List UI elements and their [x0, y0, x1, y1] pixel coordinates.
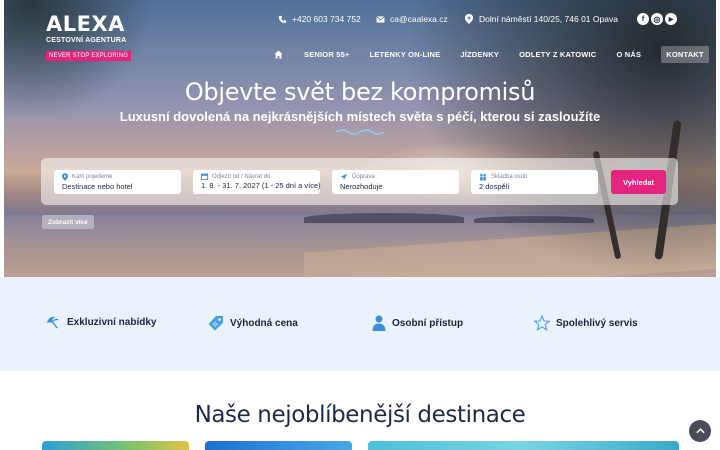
- destination-field[interactable]: Kam pojedeme Destinace nebo hotel: [54, 170, 181, 194]
- youtube-icon[interactable]: ▶: [665, 13, 677, 25]
- phone-number: +420 603 734 752: [292, 14, 361, 24]
- destination-label-row: Kam pojedeme: [62, 173, 175, 181]
- nav-item-kontakt[interactable]: KONTAKT: [661, 45, 709, 63]
- nav-item-o-nas[interactable]: O NÁS: [616, 50, 641, 59]
- destination-card[interactable]: [368, 441, 679, 450]
- people-label-row: Skladba osob: [479, 173, 592, 181]
- dates-label-row: Odjezd od / Návrat do: [201, 173, 314, 180]
- price-tag-icon: [208, 316, 223, 331]
- parasol-icon: [46, 316, 59, 329]
- scroll-to-top-button[interactable]: [689, 420, 711, 442]
- destination-card[interactable]: [42, 441, 189, 450]
- transport-field[interactable]: Doprava Nerozhoduje: [332, 170, 459, 194]
- contact-address[interactable]: Dolní náměstí 140/25, 746 01 Opava: [464, 14, 618, 24]
- nav-item-odlety[interactable]: ODLETY Z KATOWIC: [519, 50, 596, 59]
- logo-tagline: NEVER STOP EXPLORING: [46, 51, 132, 61]
- instagram-icon[interactable]: ◎: [651, 13, 663, 25]
- nav-item-letenky[interactable]: LETENKY ON-LINE: [370, 50, 441, 59]
- contact-email[interactable]: ca@caalexa.cz: [375, 14, 448, 24]
- search-panel: Kam pojedeme Destinace nebo hotel Odjezd…: [41, 158, 678, 205]
- address-text: Dolní náměstí 140/25, 746 01 Opava: [479, 14, 618, 24]
- destination-value: Destinace nebo hotel: [62, 182, 133, 191]
- transport-label: Doprava: [352, 174, 375, 180]
- show-more-button[interactable]: Zobrazit více: [42, 215, 94, 229]
- location-pin-icon: [464, 14, 474, 24]
- facebook-icon[interactable]: f: [637, 13, 649, 25]
- transport-label-row: Doprava: [340, 173, 453, 181]
- main-nav: SENIOR 55+ LETENKY ON-LINE JÍZDENKY ODLE…: [274, 45, 709, 63]
- email-address: ca@caalexa.cz: [390, 14, 448, 24]
- hero-title: Objevte svět bez kompromisů: [184, 78, 536, 106]
- feature-price: Výhodná cena: [208, 315, 298, 331]
- mail-icon: [375, 14, 385, 24]
- calendar-icon: [201, 173, 208, 180]
- features-band: Exkluzivní nabídky Výhodná cena Osobní p…: [0, 277, 720, 371]
- logo[interactable]: ALEXA CESTOVNÍ AGENTURA NEVER STOP EXPLO…: [46, 12, 132, 62]
- people-icon: [480, 173, 486, 181]
- destinations-title: Naše nejoblíbenější destinace: [194, 402, 526, 428]
- feature-label: Exkluzivní nabídky: [67, 317, 157, 328]
- feature-service: Spolehlivý servis: [534, 315, 638, 331]
- people-field[interactable]: Skladba osob 2 dospělí: [471, 170, 598, 194]
- feature-label: Výhodná cena: [230, 317, 298, 329]
- home-icon[interactable]: [274, 49, 284, 59]
- dates-label: Odjezd od / Návrat do: [212, 173, 271, 180]
- person-icon: [372, 315, 386, 331]
- dates-field[interactable]: Odjezd od / Návrat do 1. 8. - 31. 7. 202…: [193, 170, 321, 194]
- feature-label: Osobní přístup: [392, 317, 464, 329]
- dates-value: 1. 8. - 31. 7. 2027 (1 - 25 dní a více): [201, 181, 321, 190]
- destination-label: Kam pojedeme: [72, 174, 113, 180]
- feature-label: Spolehlivý servis: [556, 317, 638, 329]
- destination-card[interactable]: [205, 441, 352, 450]
- hero-subtitle: Luxusní dovolená na nejkrásnějších míste…: [119, 109, 601, 124]
- chevron-up-icon: [695, 428, 705, 434]
- search-button[interactable]: Vyhledat: [611, 170, 666, 194]
- page: ALEXA CESTOVNÍ AGENTURA NEVER STOP EXPLO…: [0, 0, 720, 450]
- nav-item-senior[interactable]: SENIOR 55+: [304, 50, 350, 59]
- logo-brand: ALEXA: [46, 12, 125, 36]
- nav-item-jizdenky[interactable]: JÍZDENKY: [460, 50, 499, 59]
- logo-subtitle: CESTOVNÍ AGENTURA: [46, 37, 127, 44]
- people-label: Skladba osob: [491, 174, 528, 180]
- people-value: 2 dospělí: [479, 182, 510, 191]
- feature-personal: Osobní přístup: [372, 315, 463, 331]
- plane-icon: [340, 173, 348, 181]
- phone-icon: [277, 14, 287, 24]
- feature-exclusive: Exkluzivní nabídky: [46, 315, 156, 330]
- wave-divider-icon: [336, 129, 384, 135]
- contact-phone[interactable]: +420 603 734 752: [277, 14, 361, 24]
- location-pin-icon: [62, 173, 68, 181]
- transport-value: Nerozhoduje: [340, 182, 383, 191]
- star-icon: [534, 315, 550, 331]
